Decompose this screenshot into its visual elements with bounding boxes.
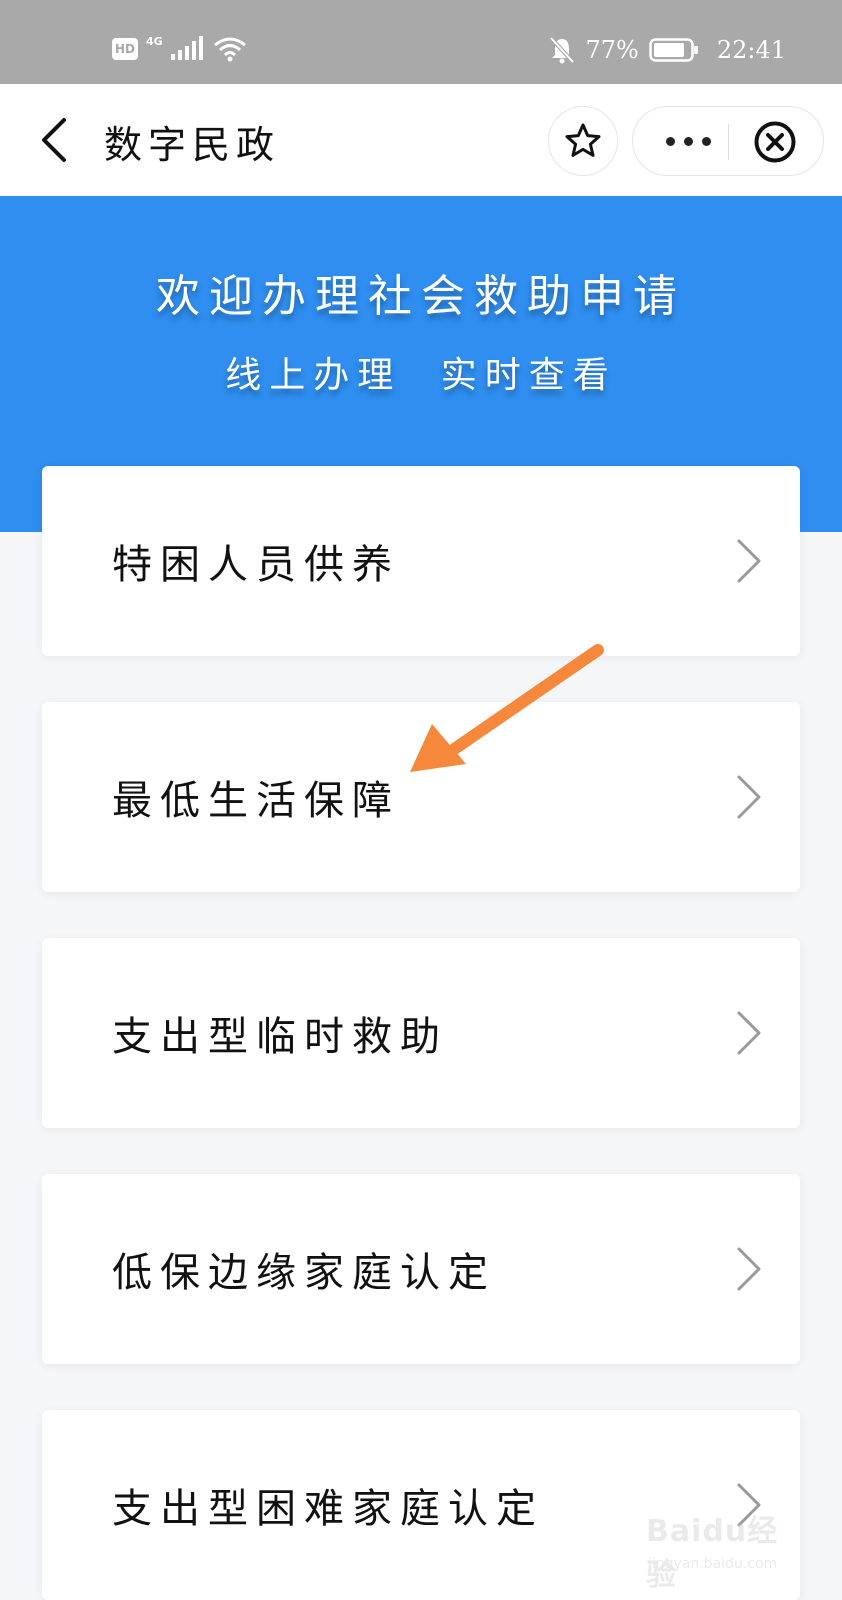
back-button[interactable] (36, 114, 72, 166)
back-arrow-icon (42, 118, 66, 162)
status-right: 77% 22:41 (549, 36, 786, 64)
annotation-arrow (410, 644, 604, 772)
service-label: 最低生活保障 (112, 778, 400, 824)
service-card-linshi-jiuzhu[interactable]: 支出型临时救助 (42, 938, 800, 1128)
battery-icon (649, 38, 698, 62)
battery-percent: 77% (585, 36, 639, 64)
service-label: 低保边缘家庭认定 (112, 1250, 496, 1296)
watermark: Baidu经验 jingyan.baidu.com (646, 1506, 806, 1593)
service-label: 支出型临时救助 (112, 1014, 448, 1060)
service-label: 支出型困难家庭认定 (112, 1486, 544, 1532)
star-icon (565, 123, 601, 157)
status-left: HD 4G (112, 34, 247, 62)
clock: 22:41 (716, 36, 786, 64)
hd-badge: HD (112, 38, 138, 60)
favorite-button[interactable] (548, 106, 618, 176)
service-card-dibao-bianyuan[interactable]: 低保边缘家庭认定 (42, 1174, 800, 1364)
watermark-url: jingyan.baidu.com (648, 1556, 778, 1572)
hero-title: 欢迎办理社会救助申请 (156, 271, 686, 322)
capsule-divider (728, 124, 729, 160)
chevron-right-icon (737, 1247, 761, 1291)
wifi-icon (213, 37, 246, 62)
nav-bar: 数字民政 (0, 84, 842, 196)
bell-muted-icon (550, 36, 575, 64)
network-type: 4G (146, 34, 163, 48)
status-bar: HD 4G 77% 22:41 (0, 0, 842, 84)
more-dots-icon (665, 136, 711, 146)
service-label: 特困人员供养 (112, 542, 400, 588)
more-button[interactable] (651, 121, 725, 161)
signal-icon (170, 36, 203, 60)
page-title: 数字民政 (104, 123, 281, 167)
watermark-brand: Baidu经验 (646, 1514, 779, 1593)
capsule-menu (632, 106, 824, 176)
service-card-tekun[interactable]: 特困人员供养 (42, 466, 800, 656)
close-circle-icon (754, 121, 796, 163)
chevron-right-icon (737, 539, 761, 583)
hero-subtitle: 线上办理 实时查看 (225, 355, 617, 396)
close-button[interactable] (753, 120, 797, 164)
chevron-right-icon (737, 1011, 761, 1055)
chevron-right-icon (737, 775, 761, 819)
